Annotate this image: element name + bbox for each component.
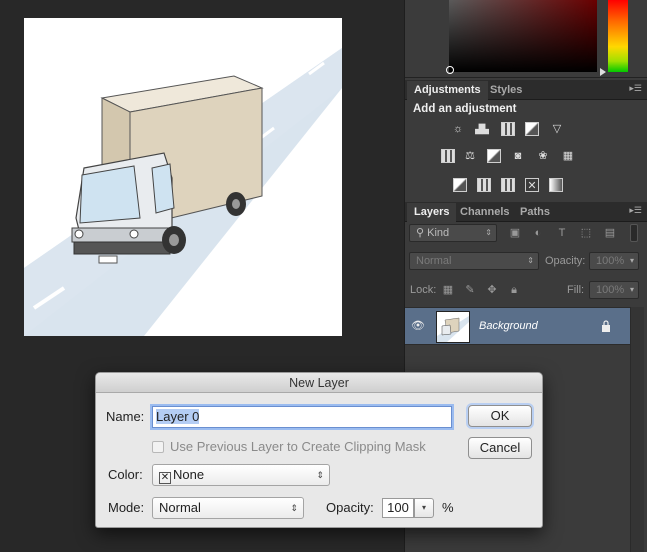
fill-label: Fill:: [567, 284, 585, 296]
tab-layers[interactable]: Layers: [407, 203, 457, 222]
lock-image-pixels-icon[interactable]: ✎: [463, 283, 477, 297]
color-label: Color:: [108, 467, 143, 482]
layer-name[interactable]: Background: [479, 320, 538, 332]
photo-filter-icon[interactable]: ◙: [511, 149, 525, 163]
layers-tab-bar: Layers Channels Paths ▸☰: [405, 202, 647, 222]
color-field[interactable]: [446, 0, 597, 74]
ok-button[interactable]: OK: [468, 405, 532, 427]
document-image-truck[interactable]: [24, 18, 342, 336]
layer-filter-kind-select[interactable]: ⚲ Kind ⇕: [409, 224, 497, 242]
panel-menu-icon[interactable]: ▸☰: [629, 83, 642, 94]
cancel-button[interactable]: Cancel: [468, 437, 532, 459]
clipping-mask-checkbox[interactable]: [152, 441, 164, 453]
layer-thumbnail-image: [437, 316, 469, 342]
layer-fill-value: 100%: [596, 284, 625, 296]
hue-slider-handle[interactable]: [600, 68, 606, 76]
vibrance-icon[interactable]: ▽: [550, 122, 564, 136]
name-label: Name:: [106, 409, 145, 424]
adjustments-title: Add an adjustment: [413, 103, 517, 115]
layer-color-select[interactable]: ✕ None ⇕: [152, 464, 330, 486]
levels-icon[interactable]: ▟▙: [475, 122, 489, 136]
color-picker-panel: [405, 0, 647, 78]
filter-adjustment-icon[interactable]: ◐: [531, 226, 545, 240]
dialog-opacity-input[interactable]: 100: [382, 498, 414, 518]
tab-adjustments[interactable]: Adjustments: [407, 81, 488, 100]
layer-name-input-value: Layer 0: [156, 409, 200, 424]
hue-saturation-icon[interactable]: [441, 149, 455, 163]
panel-menu-icon[interactable]: ▸☰: [629, 205, 642, 216]
blend-mode-value: Normal: [416, 255, 452, 267]
color-lookup-icon[interactable]: ▦: [561, 149, 575, 163]
color-balance-icon[interactable]: ⚖: [463, 149, 477, 163]
mode-label: Mode:: [108, 500, 145, 515]
blend-mode-select[interactable]: Normal ⇕: [409, 252, 539, 270]
lock-all-icon[interactable]: 🔒︎: [507, 283, 521, 297]
search-icon: ⚲: [416, 227, 428, 239]
lock-position-icon[interactable]: ✥: [485, 283, 499, 297]
filter-pixel-icon[interactable]: ▣: [508, 226, 522, 240]
curves-icon[interactable]: [501, 122, 515, 136]
adjustments-panel: Adjustments Styles ▸☰ Add an adjustment …: [405, 80, 647, 200]
filter-smart-object-icon[interactable]: ▤: [603, 226, 617, 240]
layer-fill-field[interactable]: 100% ▾: [589, 281, 639, 299]
chevron-down-icon: ▾: [629, 256, 634, 265]
layer-lock-icon: [601, 319, 611, 332]
posterize-icon[interactable]: [477, 178, 491, 192]
dialog-opacity-label: Opacity:: [326, 500, 374, 515]
channel-mixer-icon[interactable]: ❀: [536, 149, 550, 163]
layers-scrollbar[interactable]: [630, 307, 644, 552]
filter-toggle-switch[interactable]: [630, 224, 638, 242]
opacity-dropdown-button[interactable]: ▾: [414, 498, 434, 518]
layer-opacity-value: 100%: [596, 255, 625, 267]
brightness-contrast-icon[interactable]: ☼: [451, 122, 465, 136]
filter-kind-value: Kind: [427, 227, 450, 239]
truck-illustration: [24, 48, 342, 336]
chevron-updown-icon: ⇕: [527, 256, 534, 265]
hue-slider[interactable]: [608, 0, 628, 72]
invert-icon[interactable]: [453, 178, 467, 192]
lock-transparent-pixels-icon[interactable]: ▦: [441, 283, 455, 297]
black-white-icon[interactable]: [487, 149, 501, 163]
filter-shape-icon[interactable]: ⬚: [579, 226, 593, 240]
clipping-mask-label: Use Previous Layer to Create Clipping Ma…: [170, 439, 426, 454]
new-layer-dialog: New Layer Name: Layer 0 Use Previous Lay…: [95, 372, 543, 528]
blend-mode-dialog-value: Normal: [159, 500, 201, 515]
dialog-title[interactable]: New Layer: [96, 373, 542, 393]
chevron-down-icon: ▾: [629, 285, 634, 294]
blend-mode-dialog-select[interactable]: Normal ⇕: [152, 497, 304, 519]
filter-type-icon[interactable]: T: [555, 226, 569, 240]
tab-paths[interactable]: Paths: [513, 203, 557, 222]
adjustments-tab-bar: Adjustments Styles ▸☰: [405, 80, 647, 100]
threshold-icon[interactable]: [501, 178, 515, 192]
layer-name-input[interactable]: Layer 0: [152, 406, 452, 428]
layer-thumbnail: [436, 311, 470, 343]
lock-label: Lock:: [410, 284, 437, 296]
selective-color-icon[interactable]: [549, 178, 563, 192]
layer-color-value: None: [173, 467, 205, 482]
chevron-updown-icon: ⇕: [290, 503, 298, 513]
color-field-marker[interactable]: [446, 66, 454, 74]
layer-row-background[interactable]: 👁︎ Background: [405, 307, 630, 345]
gradient-map-icon[interactable]: ✕: [525, 178, 539, 192]
tab-channels[interactable]: Channels: [453, 203, 517, 222]
tab-styles[interactable]: Styles: [483, 81, 529, 100]
no-color-swatch-icon: ✕: [159, 472, 171, 484]
layer-opacity-field[interactable]: 100% ▾: [589, 252, 639, 270]
chevron-updown-icon: ⇕: [485, 228, 492, 237]
exposure-icon[interactable]: [525, 122, 539, 136]
opacity-label: Opacity:: [545, 255, 586, 267]
eye-visibility-icon[interactable]: 👁︎: [411, 320, 427, 332]
chevron-updown-icon: ⇕: [316, 470, 324, 480]
percent-label: %: [442, 500, 454, 515]
